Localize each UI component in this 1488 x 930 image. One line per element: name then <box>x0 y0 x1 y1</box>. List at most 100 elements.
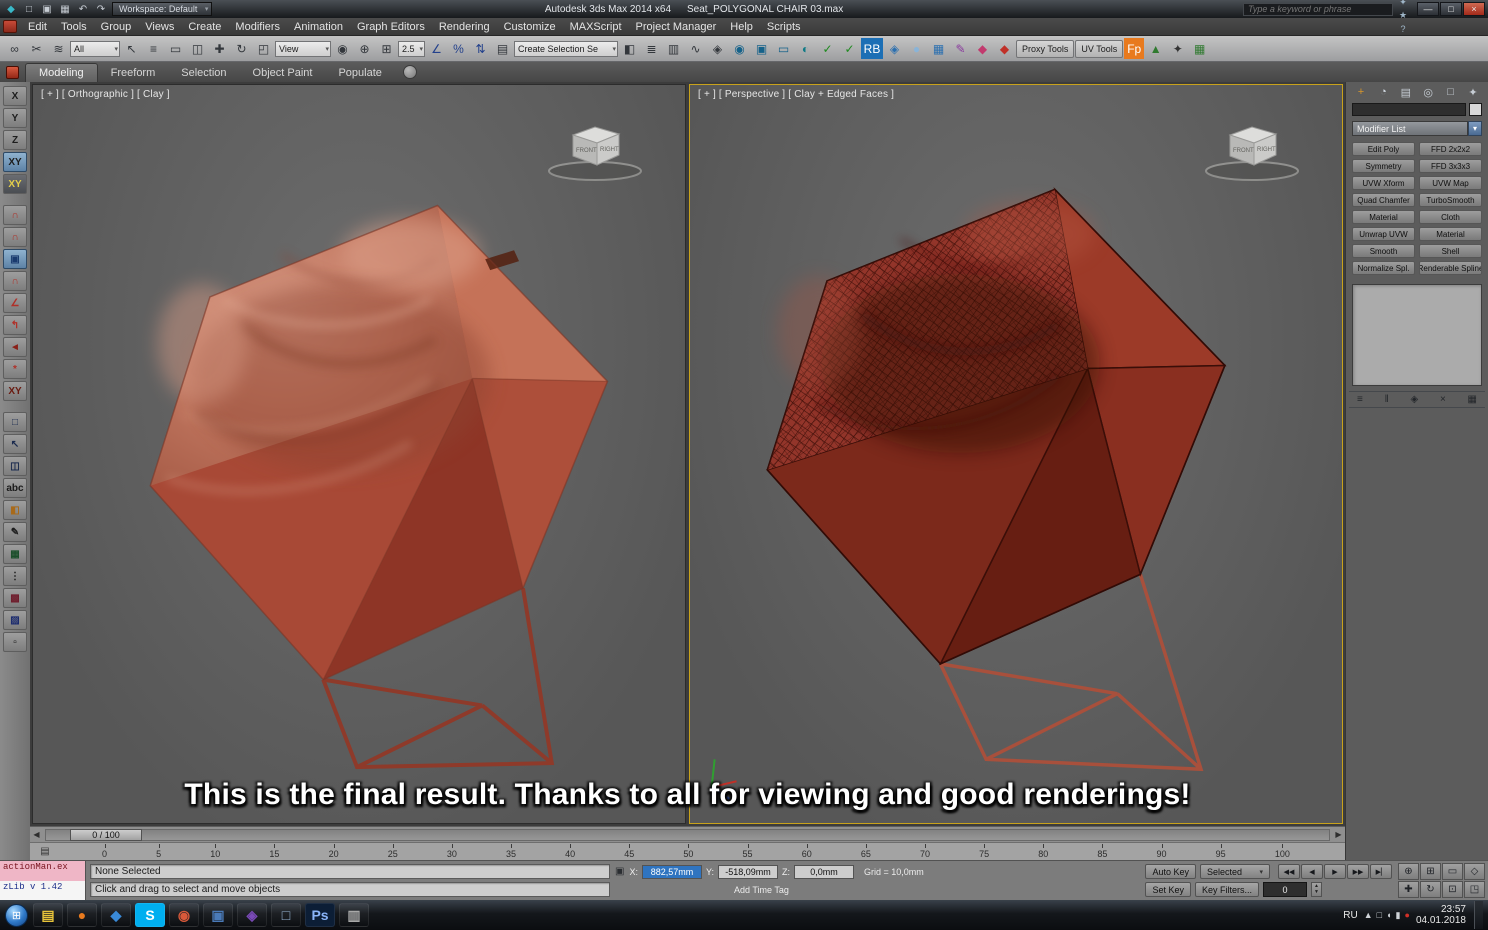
edit-named-sets-icon[interactable]: ▤ <box>492 38 513 59</box>
save-file-icon[interactable]: ▦ <box>57 2 73 16</box>
network-tray-icon[interactable]: ▮ <box>1396 910 1401 921</box>
key-mode-dropdown[interactable]: Selected ▾ <box>1200 864 1270 879</box>
viewport-label[interactable]: [ + ] [ Perspective ] [ Clay + Edged Fac… <box>698 89 894 100</box>
menu-item[interactable]: Animation <box>287 18 350 36</box>
brush-plugin-icon[interactable]: ✎ <box>950 38 971 59</box>
previous-frame-button[interactable]: ◀ <box>1301 864 1323 879</box>
time-slider-handle[interactable]: 0 / 100 <box>70 828 142 841</box>
current-frame-field[interactable]: 0 <box>1263 882 1308 897</box>
orbit-icon[interactable]: ↻ <box>1420 881 1441 898</box>
rb-plugin-icon[interactable]: RB <box>861 38 883 59</box>
menu-item[interactable]: Tools <box>54 18 94 36</box>
select-and-link-icon[interactable]: ∞ <box>4 38 25 59</box>
named-sets-dropdown[interactable]: Create Selection Se <box>514 40 618 57</box>
ribbon-tab-object-paint[interactable]: Object Paint <box>240 64 326 82</box>
zoom-extents-icon[interactable]: ▭ <box>1442 863 1463 880</box>
z-coordinate-field[interactable]: 0,0mm <box>793 864 854 879</box>
snap-a-icon[interactable]: ∩ <box>3 205 27 225</box>
skype-icon[interactable]: S <box>135 903 165 927</box>
cursor-rail-icon[interactable]: ↖ <box>3 434 27 454</box>
window-rail-icon[interactable]: ◫ <box>3 456 27 476</box>
pin-stack-icon[interactable]: ≡ <box>1357 394 1363 405</box>
menu-item[interactable]: Group <box>94 18 139 36</box>
show-end-result-icon[interactable]: ‖ <box>1385 394 1389 405</box>
create-tab-icon[interactable]: + <box>1353 85 1369 99</box>
bind-to-space-warp-icon[interactable]: ≋ <box>48 38 69 59</box>
remote-app-icon[interactable]: ▣ <box>203 903 233 927</box>
modifier-stack-list[interactable] <box>1352 284 1482 386</box>
modifier-preset-button[interactable]: Shell <box>1419 244 1482 258</box>
monitor-rail-icon[interactable]: □ <box>3 412 27 432</box>
scatter-plugin-icon[interactable]: ◆ <box>972 38 993 59</box>
modifier-preset-button[interactable]: Smooth <box>1352 244 1415 258</box>
alert-tray-icon[interactable]: ● <box>1405 910 1410 920</box>
monitor-app-icon[interactable]: □ <box>271 903 301 927</box>
maximize-viewport-icon[interactable]: ◳ <box>1464 881 1485 898</box>
forest-pack-icon[interactable]: Fp <box>1124 38 1145 59</box>
menu-item[interactable]: Edit <box>21 18 54 36</box>
menu-item[interactable]: Modifiers <box>228 18 287 36</box>
app-blue-icon[interactable]: ◆ <box>101 903 131 927</box>
use-pivot-center-icon[interactable]: ◉ <box>332 38 353 59</box>
object-color-swatch[interactable] <box>1469 103 1482 116</box>
viewcube[interactable]: FRONT RIGHT <box>543 119 653 183</box>
select-and-rotate-icon[interactable]: ↻ <box>231 38 252 59</box>
ribbon-tab-selection[interactable]: Selection <box>168 64 239 82</box>
diamond-plugin-icon[interactable]: ◈ <box>884 38 905 59</box>
timeline-left-arrow[interactable]: ◀ <box>30 830 43 839</box>
render-production-icon[interactable]: ◐ <box>795 38 816 59</box>
select-by-name-icon[interactable]: ≡ <box>143 38 164 59</box>
time-slider-track[interactable]: 0 / 100 <box>45 828 1330 841</box>
selection-filter-dropdown[interactable]: All <box>70 40 120 57</box>
go-to-start-button[interactable]: ◀◀ <box>1278 864 1300 879</box>
ribbon-tab-populate[interactable]: Populate <box>325 64 394 82</box>
modifier-preset-button[interactable]: Renderable Spline <box>1419 261 1482 275</box>
firefox-icon[interactable]: ● <box>67 903 97 927</box>
grid-blue-rail-icon[interactable]: ▨ <box>3 610 27 630</box>
app-logo-icon[interactable]: ◆ <box>3 2 19 16</box>
modifier-preset-button[interactable]: UVW Map <box>1419 176 1482 190</box>
viewport-perspective[interactable]: [ + ] [ Perspective ] [ Clay + Edged Fac… <box>689 84 1343 824</box>
communication-center-icon[interactable]: ✦ <box>1396 0 1410 9</box>
abc-rail-icon[interactable]: abc <box>3 478 27 498</box>
start-button[interactable]: ⊞ <box>5 903 28 927</box>
select-and-scale-icon[interactable]: ◰ <box>253 38 274 59</box>
set-key-button[interactable]: Set Key <box>1145 882 1191 897</box>
box-rail-icon[interactable]: ▫ <box>3 632 27 652</box>
proxy-tools-button[interactable]: Proxy Tools <box>1016 39 1075 58</box>
menu-item[interactable]: Rendering <box>432 18 497 36</box>
ribbon-logo-icon[interactable] <box>6 66 19 79</box>
maxscript-mini-listener[interactable]: actionMan.ex zLib v 1.42 <box>0 861 86 900</box>
axis-xy-button[interactable]: XY <box>3 152 27 172</box>
modifier-preset-button[interactable]: Material <box>1352 210 1415 224</box>
material-editor-icon[interactable]: ◉ <box>729 38 750 59</box>
snap-toggle-dropdown[interactable]: 2.5 <box>398 40 425 57</box>
ribbon-tab-freeform[interactable]: Freeform <box>98 64 169 82</box>
spinner-snap-icon[interactable]: ⇅ <box>470 38 491 59</box>
modifier-preset-button[interactable]: Edit Poly <box>1352 142 1415 156</box>
snap-c-icon[interactable]: ∩ <box>3 271 27 291</box>
pencil-rail-icon[interactable]: ✎ <box>3 522 27 542</box>
clock[interactable]: 23:57 04.01.2018 <box>1416 904 1468 927</box>
pan-icon[interactable]: ✚ <box>1398 881 1419 898</box>
viewcube-right-label[interactable]: RIGHT <box>600 147 619 153</box>
notes-app-icon[interactable]: ▥ <box>339 903 369 927</box>
macro-recorder-line[interactable]: actionMan.ex <box>0 861 85 881</box>
menu-item[interactable]: Scripts <box>760 18 808 36</box>
volume-tray-icon[interactable]: ◖ <box>1386 910 1391 920</box>
display-tab-icon[interactable]: □ <box>1443 85 1459 99</box>
viewport-orthographic[interactable]: [ + ] [ Orthographic ] [ Clay ] FRONT RI… <box>32 84 686 824</box>
arrow-turn-icon[interactable]: ↰ <box>3 315 27 335</box>
ribbon-options-icon[interactable] <box>402 65 417 79</box>
zoom-all-icon[interactable]: ⊞ <box>1420 863 1441 880</box>
hierarchy-tab-icon[interactable]: ▤ <box>1398 85 1414 99</box>
menu-item[interactable]: Customize <box>497 18 563 36</box>
viewcube-right-label[interactable]: RIGHT <box>1257 147 1276 153</box>
menu-item[interactable]: Project Manager <box>629 18 724 36</box>
pin-plugin-icon[interactable]: ◆ <box>994 38 1015 59</box>
snap-highlight-icon[interactable]: ▣ <box>3 249 27 269</box>
select-object-icon[interactable]: ↖ <box>121 38 142 59</box>
x-coordinate-field[interactable]: 882,57mm <box>641 864 702 879</box>
modifier-preset-button[interactable]: Cloth <box>1419 210 1482 224</box>
grid-plugin-icon[interactable]: ▦ <box>1189 38 1210 59</box>
